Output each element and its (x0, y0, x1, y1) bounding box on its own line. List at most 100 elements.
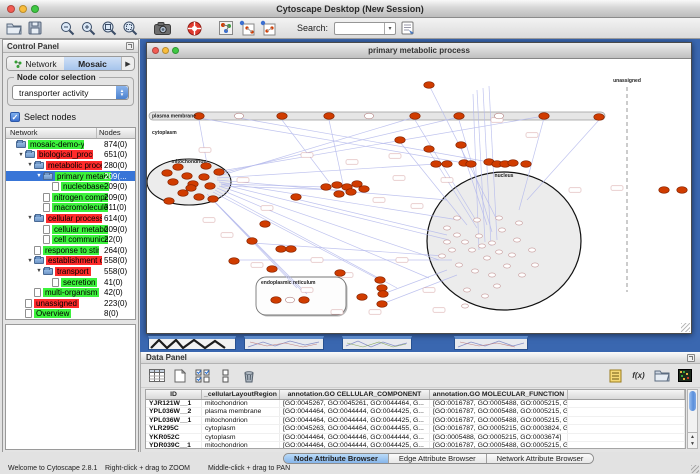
network-node[interactable] (321, 184, 331, 191)
network-node[interactable] (214, 169, 224, 176)
delete-attribute-icon[interactable] (239, 367, 258, 385)
import-attributes-icon[interactable] (652, 367, 671, 385)
zoom-fit-icon[interactable] (100, 20, 118, 37)
network-node[interactable] (324, 113, 334, 120)
tree-row[interactable]: nitrogen compo209(0) (6, 192, 135, 203)
network-node[interactable] (519, 273, 526, 277)
tab-network[interactable]: Network (7, 57, 64, 70)
tree-expander-icon[interactable]: ▼ (26, 162, 34, 168)
network-node[interactable] (532, 263, 539, 267)
network-node[interactable] (377, 301, 387, 308)
network-node[interactable] (205, 183, 215, 190)
network-node[interactable] (454, 216, 461, 220)
tab-mosaic[interactable]: Mosaic (64, 57, 121, 70)
network-node[interactable] (464, 288, 471, 292)
table-row[interactable]: YJR121W__1mitochondrion[GO:0045267, GO:0… (146, 400, 685, 408)
tab-node-attribute-browser[interactable]: Node Attribute Browser (284, 454, 389, 463)
tree-expander-icon[interactable]: ▼ (17, 152, 25, 158)
float-panel-icon[interactable] (126, 42, 134, 50)
network-node[interactable] (472, 269, 479, 273)
attribute-table-icon[interactable] (147, 367, 166, 385)
tab-edge-attribute-browser[interactable]: Edge Attribute Browser (389, 454, 487, 463)
network-node[interactable] (178, 190, 188, 197)
float-data-panel-icon[interactable] (687, 354, 695, 362)
tree-row[interactable]: cellular metabo209(0) (6, 224, 135, 235)
network-node[interactable] (357, 294, 367, 301)
network-node[interactable] (424, 146, 434, 153)
network-node[interactable] (484, 256, 491, 260)
network-node[interactable] (260, 221, 270, 228)
tree-column-nodes[interactable]: Nodes (97, 128, 135, 138)
table-column-header[interactable]: annotation.GO CELLULAR_COMPONENT (280, 390, 430, 399)
network-node[interactable] (168, 179, 178, 186)
tree-row[interactable]: ▼primary metabo209(... (6, 171, 135, 182)
table-scrollbar[interactable]: ▲▼ (687, 389, 698, 449)
network-node[interactable] (377, 285, 387, 292)
network-node[interactable] (439, 254, 446, 258)
table-row[interactable]: YLR295Ccytoplasm[GO:0045263, GO:0044464,… (146, 425, 685, 433)
network-node[interactable] (234, 113, 243, 119)
network-node[interactable] (285, 297, 294, 303)
tree-row[interactable]: ▼metabolic process280(0) (6, 160, 135, 171)
network-node[interactable] (594, 114, 604, 121)
node-color-dropdown[interactable]: transporter activity ▲▼ (12, 85, 129, 100)
table-row[interactable]: YPL036W__1mitochondrion[GO:0044464, GO:0… (146, 417, 685, 425)
network-node[interactable] (456, 142, 466, 149)
network-node[interactable] (474, 218, 481, 222)
network-node[interactable] (194, 194, 204, 201)
search-dropdown-icon[interactable]: ▾ (384, 23, 395, 34)
network-node[interactable] (462, 240, 469, 244)
network-node[interactable] (462, 304, 469, 308)
network-node[interactable] (449, 248, 456, 252)
tree-row[interactable]: ▼establishment of lo558(0) (6, 256, 135, 267)
network-node[interactable] (514, 238, 521, 242)
network-node[interactable] (378, 291, 388, 298)
network-node[interactable] (454, 113, 464, 120)
network-node[interactable] (496, 250, 503, 254)
network-node[interactable] (499, 228, 506, 232)
network-node[interactable] (508, 160, 518, 167)
tree-row[interactable]: macromolecule311(0) (6, 203, 135, 214)
network-node[interactable] (516, 221, 523, 225)
tree-row[interactable]: nucleobase-209(0) (6, 181, 135, 192)
network-node[interactable] (395, 137, 405, 144)
network-node[interactable] (539, 113, 549, 120)
attribute-list-icon[interactable] (606, 367, 625, 385)
tab-network-attribute-browser[interactable]: Network Attribute Browser (487, 454, 594, 463)
network-node[interactable] (476, 234, 483, 238)
network-node[interactable] (182, 173, 192, 180)
network-node[interactable] (199, 174, 209, 181)
network-node[interactable] (286, 246, 296, 253)
network-node[interactable] (267, 266, 277, 273)
network-node[interactable] (162, 170, 172, 177)
network-edge[interactable] (383, 270, 447, 294)
snapshot-icon[interactable] (153, 20, 171, 37)
network-node[interactable] (494, 113, 503, 119)
tree-expander-icon[interactable]: ▼ (26, 215, 34, 221)
tree-row[interactable]: multi-organism pro42(0) (6, 287, 135, 298)
matrix-icon[interactable] (675, 367, 694, 385)
network-edge[interactable] (282, 120, 329, 182)
tree-row[interactable]: ▼transport558(0) (6, 266, 135, 277)
network-node[interactable] (334, 191, 344, 198)
network-node[interactable] (375, 277, 385, 284)
network-node[interactable] (276, 246, 286, 253)
network-node[interactable] (299, 297, 309, 304)
annotation-2-icon[interactable] (259, 20, 277, 37)
select-attributes-icon[interactable] (193, 367, 212, 385)
table-column-header[interactable]: ID (146, 390, 202, 399)
tree-row[interactable]: response to stimul264(0) (6, 245, 135, 256)
network-node[interactable] (442, 161, 452, 168)
tree-expander-icon[interactable]: ▼ (35, 173, 43, 179)
window-preview[interactable] (454, 336, 528, 350)
network-node[interactable] (291, 194, 301, 201)
network-node[interactable] (277, 113, 287, 120)
network-node[interactable] (332, 182, 342, 189)
network-node[interactable] (444, 226, 451, 230)
network-node[interactable] (521, 161, 531, 168)
network-node[interactable] (186, 185, 196, 192)
network-edge[interactable] (213, 192, 380, 280)
network-node[interactable] (454, 233, 461, 237)
select-nodes-checkbox[interactable]: ✓ (10, 112, 20, 122)
network-node[interactable] (659, 187, 669, 194)
